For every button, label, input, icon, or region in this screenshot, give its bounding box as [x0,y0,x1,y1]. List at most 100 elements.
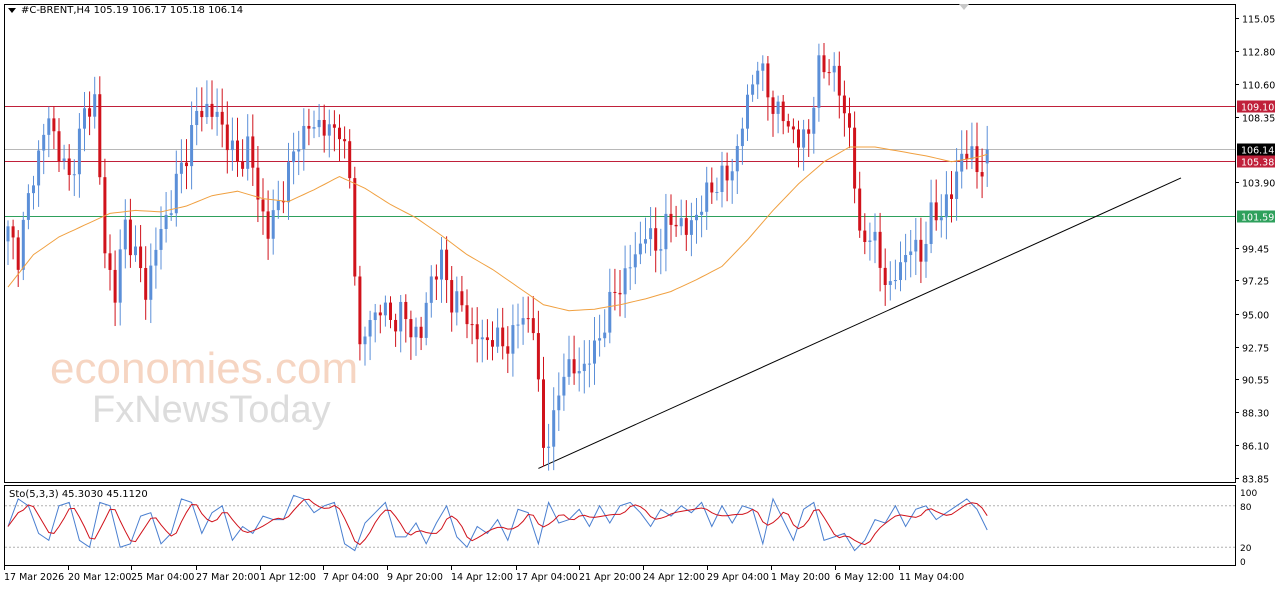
x-tick-label: 17 Apr 04:00 [516,572,578,583]
candle-body [414,326,418,338]
candle-body [797,129,800,148]
candle-body [77,128,81,175]
candle-body [567,359,571,377]
x-tick-label: 9 Apr 20:00 [387,572,443,583]
candle-body [807,129,811,134]
candle-body [689,220,693,235]
x-tick-label: 25 Mar 04:00 [131,572,194,583]
candle-body [6,226,10,242]
candle-body [598,338,602,341]
candle-body [572,359,576,374]
candle-body [638,243,642,255]
x-tick-label: 1 Apr 12:00 [260,572,316,583]
candle-body [837,65,841,96]
candle-body [144,268,148,300]
candle-body [368,320,372,337]
candle-body [822,55,826,73]
candle-body [215,111,219,117]
stochastic-scale-label: 20 [1240,544,1252,554]
candle-body [761,63,765,71]
candle-body [409,319,413,338]
price-tag-label: 106.14 [1241,146,1274,157]
candle-body [348,141,352,179]
candle-body [123,219,127,250]
x-tick-label: 27 Mar 20:00 [196,572,259,583]
candle-body [608,291,612,333]
candle-body [960,153,964,172]
stochastic-label: Sto(5,3,3) 45.3030 45.1120 [9,489,148,500]
candle-body [475,324,479,340]
candle-body [547,446,551,448]
candle-body [185,162,188,167]
watermark-fxnewstoday: FxNewsToday [92,389,331,431]
candle-body [613,291,617,293]
candle-body [904,255,908,263]
candle-body [695,214,698,221]
candle-body [16,237,20,270]
candle-body [603,332,607,339]
y-tick-label: 99.45 [1242,245,1269,256]
candle-body [700,211,704,215]
candle-body [756,70,760,85]
candle-body [914,239,918,252]
candle-body [276,200,280,211]
x-tick-label: 7 Apr 04:00 [323,572,379,583]
y-tick-label: 103.90 [1242,179,1275,190]
candle-body [929,202,933,244]
candle-body [373,312,377,321]
price-tag-label: 109.10 [1241,103,1274,114]
y-tick-label: 88.30 [1242,409,1269,420]
candle-body [465,305,469,325]
stochastic-panel-frame [4,485,1236,566]
x-tick-label: 24 Apr 12:00 [643,572,705,583]
candle-body [327,124,331,136]
candle-body [501,327,505,347]
candle-body [623,268,627,295]
candle-body [343,139,347,142]
candle-body [179,162,183,174]
candle-body [669,213,673,225]
candle-body [766,63,770,98]
candle-body [312,127,316,129]
candle-body [455,291,459,313]
candle-body [52,118,56,132]
candle-body [21,219,25,270]
candle-body [587,363,591,365]
candle-body [802,129,806,148]
candle-body [899,262,902,281]
candle-body [970,146,974,160]
candle-body [644,239,647,244]
x-tick-label: 1 May 20:00 [771,572,830,583]
candle-body [440,249,443,280]
candle-body [593,340,596,364]
y-tick-label: 110.60 [1242,81,1275,92]
candle-body [353,178,357,277]
candle-body [873,231,877,241]
candle-body [740,128,744,147]
candle-body [266,211,270,239]
candle-body [781,101,785,122]
stochastic-scale-label: 100 [1240,489,1257,499]
candle-body [730,171,734,181]
candle-body [649,228,653,240]
price-tag-label: 105.38 [1241,158,1274,169]
candle-body [883,267,887,285]
candle-body [496,327,500,347]
candle-body [394,319,398,332]
candle-body [113,269,117,303]
chevron-down-icon[interactable] [8,7,16,13]
candle-body [868,240,872,243]
candle-body [893,280,897,282]
candle-body [287,162,290,203]
candle-body [536,333,540,380]
candle-body [944,194,948,218]
candle-body [26,193,30,220]
candle-body [980,172,984,177]
candle-body [389,302,392,320]
candle-body [848,113,851,128]
candle-body [562,376,566,396]
candle-body [628,267,632,269]
candle-body [858,188,862,231]
candle-body [424,302,428,338]
symbol-ohlc-label: #C-BRENT,H4 105.19 106.17 105.18 106.14 [21,5,244,16]
